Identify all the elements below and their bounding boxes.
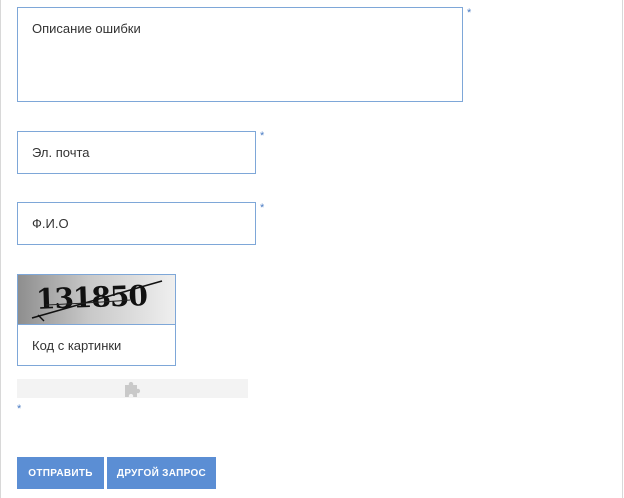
other-request-button[interactable]: ДРУГОЙ ЗАПРОС <box>107 457 216 489</box>
required-marker: * <box>17 403 22 415</box>
email-field[interactable] <box>17 131 256 174</box>
page-border-right <box>622 0 623 498</box>
submit-button[interactable]: ОТПРАВИТЬ <box>17 457 104 489</box>
puzzle-icon <box>125 381 141 397</box>
required-marker: * <box>260 202 265 214</box>
captcha-input[interactable] <box>18 325 175 365</box>
required-marker: * <box>467 7 472 19</box>
required-marker: * <box>260 130 265 142</box>
error-description-field[interactable] <box>17 7 463 102</box>
full-name-field[interactable] <box>17 202 256 245</box>
captcha-widget[interactable] <box>17 379 248 398</box>
captcha-noise-lines <box>31 280 163 322</box>
page-border-left <box>0 0 1 498</box>
captcha-image: 131850 <box>18 275 175 325</box>
captcha-block: 131850 <box>17 274 176 366</box>
